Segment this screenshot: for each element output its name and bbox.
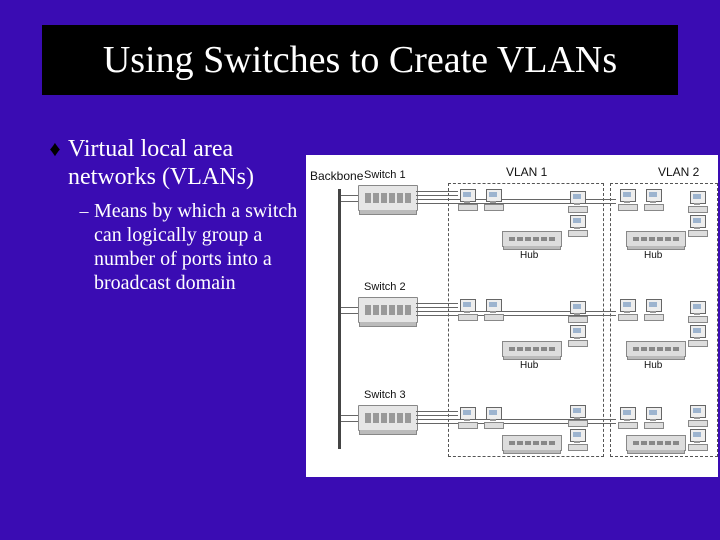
backbone-line [338, 189, 341, 449]
pc-icon [568, 191, 590, 213]
wire [416, 415, 458, 416]
pc-icon [688, 301, 710, 323]
hub-device [502, 435, 562, 451]
label-backbone: Backbone [310, 169, 363, 183]
pc-icon [458, 407, 480, 429]
pc-icon [484, 299, 506, 321]
label-vlan1: VLAN 1 [506, 165, 547, 179]
hub-device [502, 341, 562, 357]
pc-icon [644, 407, 666, 429]
pc-icon [458, 299, 480, 321]
wire [341, 415, 358, 416]
slide-title: Using Switches to Create VLANs [103, 38, 617, 82]
sub-bullet-item: – Means by which a switch can logically … [74, 199, 306, 295]
hub-device [626, 435, 686, 451]
hub-device [626, 231, 686, 247]
sub-bullet-text: Means by which a switch can logically gr… [94, 199, 306, 295]
pc-icon [618, 189, 640, 211]
wire [341, 421, 358, 422]
pc-icon [688, 429, 710, 451]
pc-icon [568, 215, 590, 237]
wire [416, 307, 458, 308]
hub-device [502, 231, 562, 247]
wire [341, 307, 358, 308]
label-switch3: Switch 3 [364, 389, 406, 401]
wire [416, 303, 458, 304]
diamond-bullet-icon: ♦ [42, 135, 68, 163]
label-hub: Hub [520, 250, 538, 261]
pc-icon [618, 407, 640, 429]
pc-icon [688, 405, 710, 427]
label-hub: Hub [644, 250, 662, 261]
wire [416, 191, 458, 192]
label-switch2: Switch 2 [364, 281, 406, 293]
pc-icon [688, 191, 710, 213]
pc-icon [644, 189, 666, 211]
pc-icon [484, 407, 506, 429]
hub-device [626, 341, 686, 357]
pc-icon [688, 325, 710, 347]
label-vlan2: VLAN 2 [658, 165, 699, 179]
label-switch1: Switch 1 [364, 169, 406, 181]
pc-icon [568, 325, 590, 347]
bullet-text: Virtual local area networks (VLANs) [68, 135, 306, 191]
pc-icon [484, 189, 506, 211]
wire [416, 411, 458, 412]
switch-3 [358, 405, 418, 431]
pc-icon [644, 299, 666, 321]
pc-icon [568, 429, 590, 451]
pc-icon [458, 189, 480, 211]
switch-2 [358, 297, 418, 323]
pc-icon [568, 405, 590, 427]
body-text: ♦ Virtual local area networks (VLANs) – … [42, 135, 306, 295]
switch-1 [358, 185, 418, 211]
wire [416, 195, 458, 196]
dash-bullet-icon: – [74, 199, 94, 223]
wire [341, 201, 358, 202]
bullet-item: ♦ Virtual local area networks (VLANs) [42, 135, 306, 191]
vlan-diagram: Backbone VLAN 1 VLAN 2 Switch 1 Switch 2… [306, 155, 718, 477]
title-box: Using Switches to Create VLANs [42, 25, 678, 95]
pc-icon [618, 299, 640, 321]
wire [341, 313, 358, 314]
label-hub: Hub [520, 360, 538, 371]
wire [341, 195, 358, 196]
label-hub: Hub [644, 360, 662, 371]
pc-icon [688, 215, 710, 237]
pc-icon [568, 301, 590, 323]
